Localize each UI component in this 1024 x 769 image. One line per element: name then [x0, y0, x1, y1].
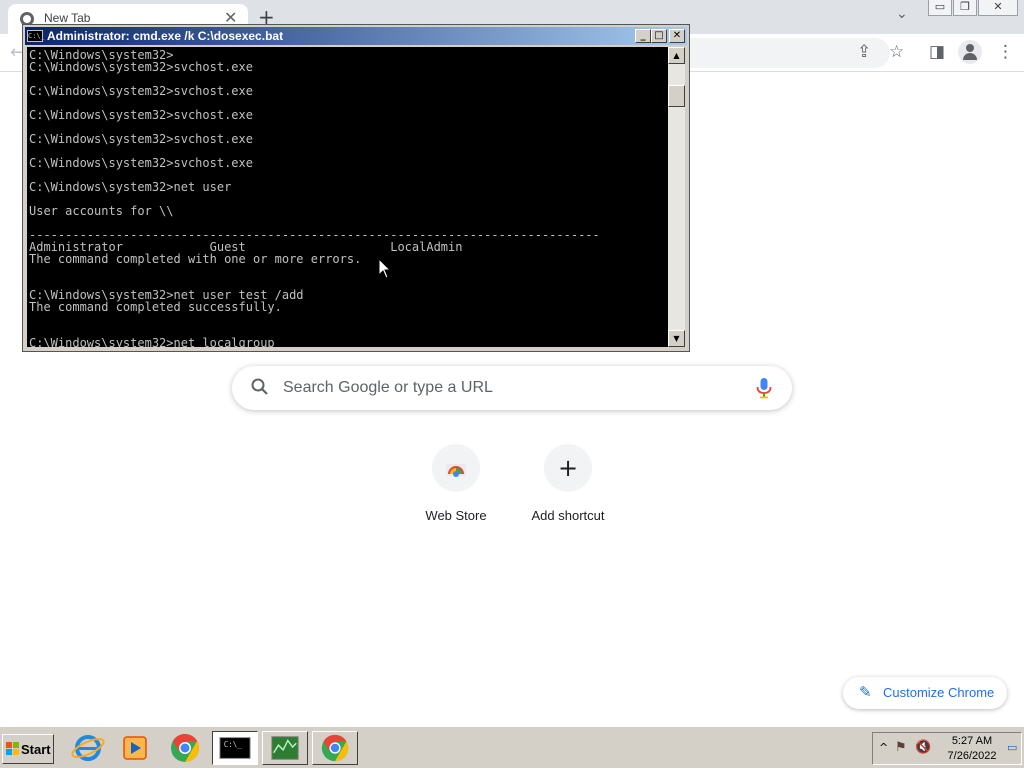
cmd-window[interactable]: C:\_ Administrator: cmd.exe /k C:\dosexe… [22, 24, 690, 352]
cmd-output-line: C:\Windows\system32>svchost.exe [29, 156, 253, 170]
cmd-window-title: Administrator: cmd.exe /k C:\dosexec.bat [47, 29, 284, 43]
scroll-down-arrow-icon[interactable]: ▼ [668, 330, 685, 347]
taskbar-task-manager[interactable] [262, 731, 308, 765]
volume-muted-icon[interactable]: 🔇 [915, 740, 931, 755]
taskbar-chrome[interactable] [162, 731, 208, 765]
cmd-titlebar[interactable]: C:\_ Administrator: cmd.exe /k C:\dosexe… [25, 27, 687, 45]
more-menu-icon[interactable]: ⋮ [997, 42, 1014, 62]
share-icon[interactable]: ⇪ [857, 42, 871, 62]
taskbar-media-player[interactable] [112, 731, 158, 765]
search-icon [251, 378, 268, 395]
tab-title: New Tab [44, 11, 91, 25]
cmd-output-line: The command completed with one or more e… [29, 252, 362, 266]
shortcut-web-store[interactable]: Web Store [400, 442, 512, 532]
cmd-maximize-button[interactable]: □ [651, 29, 667, 43]
task-manager-icon [271, 736, 299, 760]
command-prompt-icon: C:\_ [219, 737, 251, 759]
plus-icon: + [557, 454, 579, 482]
media-player-icon [123, 736, 147, 760]
start-label: Start [21, 742, 51, 757]
shortcut-label: Web Store [425, 508, 487, 523]
chrome-icon [171, 734, 199, 762]
show-hidden-icons-icon[interactable]: ^ [879, 741, 888, 754]
taskbar-internet-explorer[interactable] [65, 731, 111, 765]
cmd-window-icon[interactable]: C:\_ [27, 30, 45, 42]
mouse-pointer-icon [378, 258, 392, 279]
profile-avatar-icon[interactable] [958, 40, 982, 64]
bookmark-star-icon[interactable]: ☆ [889, 42, 904, 62]
side-panel-icon[interactable]: ◨ [929, 42, 945, 62]
minimize-window-button[interactable]: ▭ [928, 0, 952, 16]
cmd-output-line: C:\Windows\system32>svchost.exe [29, 132, 253, 146]
cmd-minimize-button[interactable]: _ [635, 29, 651, 43]
restore-window-button[interactable]: ❐ [953, 0, 977, 16]
shortcut-label: Add shortcut [531, 508, 605, 523]
cmd-output-line: User accounts for \\ [29, 204, 174, 218]
taskbar-command-prompt[interactable]: C:\_ [212, 731, 258, 765]
cmd-vertical-scrollbar[interactable]: ▲ ▼ [668, 47, 685, 347]
cmd-close-button[interactable]: ✕ [669, 29, 685, 43]
scrollbar-thumb[interactable] [668, 85, 685, 107]
scroll-up-arrow-icon[interactable]: ▲ [668, 47, 685, 64]
tab-search-chevron-icon[interactable]: ⌄ [896, 6, 908, 22]
customize-chrome-label: Customize Chrome [883, 685, 995, 700]
taskbar: Start C:\_ ^ ⚑ 🔇 5:27 AM 7/26/2022 ▭ [0, 726, 1024, 768]
cmd-output-line: C:\Windows\system32>svchost.exe [29, 60, 253, 74]
chrome-icon [321, 734, 349, 762]
internet-explorer-icon [71, 735, 105, 761]
cmd-output-line: C:\Windows\system32>net localgroup _ [29, 336, 290, 347]
cmd-output-line [29, 265, 600, 277]
cmd-output-line: C:\Windows\system32>net user [29, 180, 232, 194]
cmd-output-line: C:\Windows\system32>svchost.exe [29, 84, 253, 98]
system-tray: ^ ⚑ 🔇 5:27 AM 7/26/2022 ▭ [872, 732, 1022, 765]
start-button[interactable]: Start [2, 734, 54, 764]
search-placeholder: Search Google or type a URL [283, 379, 493, 396]
pencil-icon: ✎ [859, 683, 872, 701]
shortcut-add[interactable]: + Add shortcut [512, 442, 624, 532]
windows-logo-icon [6, 742, 19, 755]
close-window-button[interactable]: ✕ [978, 0, 1018, 16]
cmd-console-output[interactable]: C:\Windows\system32> C:\Windows\system32>… [27, 47, 668, 347]
add-shortcut-tile: + [544, 444, 592, 492]
google-search-box[interactable]: Search Google or type a URL [232, 366, 792, 410]
show-desktop-icon[interactable]: ▭ [1007, 741, 1017, 754]
cmd-output-line: C:\Windows\system32>svchost.exe [29, 108, 253, 122]
customize-chrome-button[interactable]: ✎ Customize Chrome [843, 677, 1007, 709]
cmd-output-line: The command completed successfully. [29, 300, 282, 314]
clock-time[interactable]: 5:27 AM [935, 735, 1009, 747]
svg-text:C:\_: C:\_ [224, 740, 243, 749]
cmd-output-line [29, 313, 600, 325]
microphone-icon[interactable] [754, 377, 774, 399]
action-center-flag-icon[interactable]: ⚑ [895, 740, 907, 755]
cmd-lines: C:\Windows\system32> C:\Windows\system32>… [29, 49, 600, 347]
clock-date[interactable]: 7/26/2022 [935, 750, 1009, 762]
chrome-web-store-icon [432, 444, 480, 492]
taskbar-chrome-2[interactable] [312, 731, 358, 765]
